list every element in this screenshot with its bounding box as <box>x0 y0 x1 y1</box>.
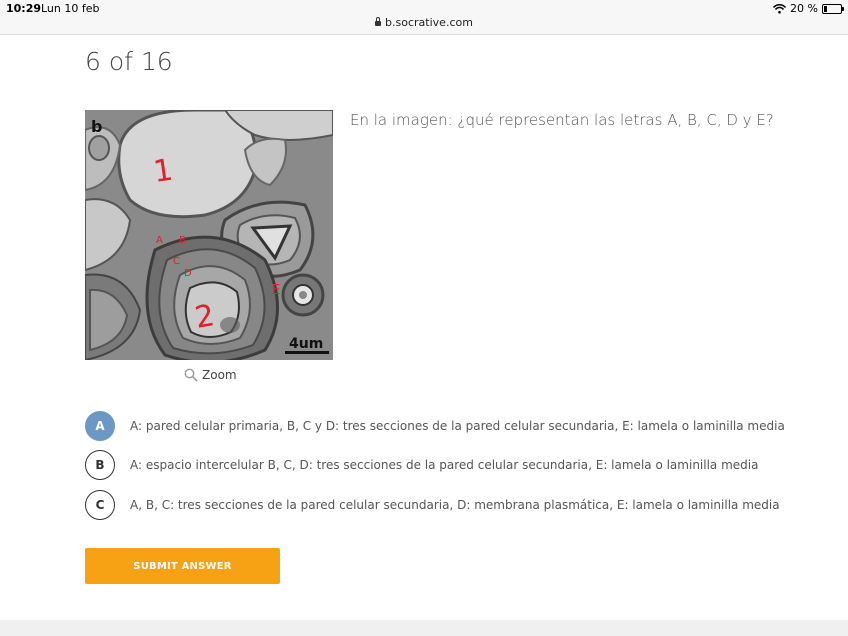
status-date: Lun 10 feb <box>41 2 100 15</box>
address-bar[interactable]: b.socrative.com <box>0 16 848 29</box>
answer-option-a[interactable]: A A: pared celular primaria, B, C y D: t… <box>85 410 785 442</box>
answer-bubble[interactable]: C <box>85 490 115 520</box>
panel-letter: b <box>91 117 102 136</box>
status-bar: 10:29 Lun 10 feb b.socrative.com 20 % <box>0 0 848 35</box>
lock-icon <box>375 17 382 26</box>
answer-bubble[interactable]: A <box>85 411 115 441</box>
answer-text: A: pared celular primaria, B, C y D: tre… <box>130 419 785 433</box>
zoom-button[interactable]: Zoom <box>184 368 237 382</box>
micrograph-image: 1 2 A B C D E b 4um <box>85 110 333 360</box>
scale-label: 4um <box>289 336 323 352</box>
question-text: En la imagen: ¿qué representan las letra… <box>350 111 774 129</box>
answer-text: A: espacio intercelular B, C, D: tres se… <box>130 458 759 472</box>
svg-text:C: C <box>173 256 180 267</box>
url-text: b.socrative.com <box>385 16 473 29</box>
magnifier-icon <box>184 368 198 382</box>
status-right: 20 % <box>773 2 844 15</box>
answer-option-c[interactable]: C A, B, C: tres secciones de la pared ce… <box>85 489 780 521</box>
question-progress: 6 of 16 <box>85 47 173 76</box>
zoom-label: Zoom <box>202 368 237 382</box>
page-footer <box>0 620 848 636</box>
battery-percent: 20 % <box>790 2 818 15</box>
svg-text:B: B <box>179 235 186 246</box>
submit-answer-button[interactable]: SUBMIT ANSWER <box>85 548 280 584</box>
battery-icon <box>822 3 844 14</box>
question-image[interactable]: 1 2 A B C D E b 4um <box>85 110 333 360</box>
svg-text:D: D <box>184 268 192 279</box>
svg-text:E: E <box>272 283 280 298</box>
answer-text: A, B, C: tres secciones de la pared celu… <box>130 498 780 512</box>
svg-text:A: A <box>156 235 163 246</box>
answer-option-b[interactable]: B A: espacio intercelular B, C, D: tres … <box>85 449 758 481</box>
wifi-icon <box>773 3 787 13</box>
answer-bubble[interactable]: B <box>85 450 115 480</box>
status-time: 10:29 <box>6 2 42 15</box>
